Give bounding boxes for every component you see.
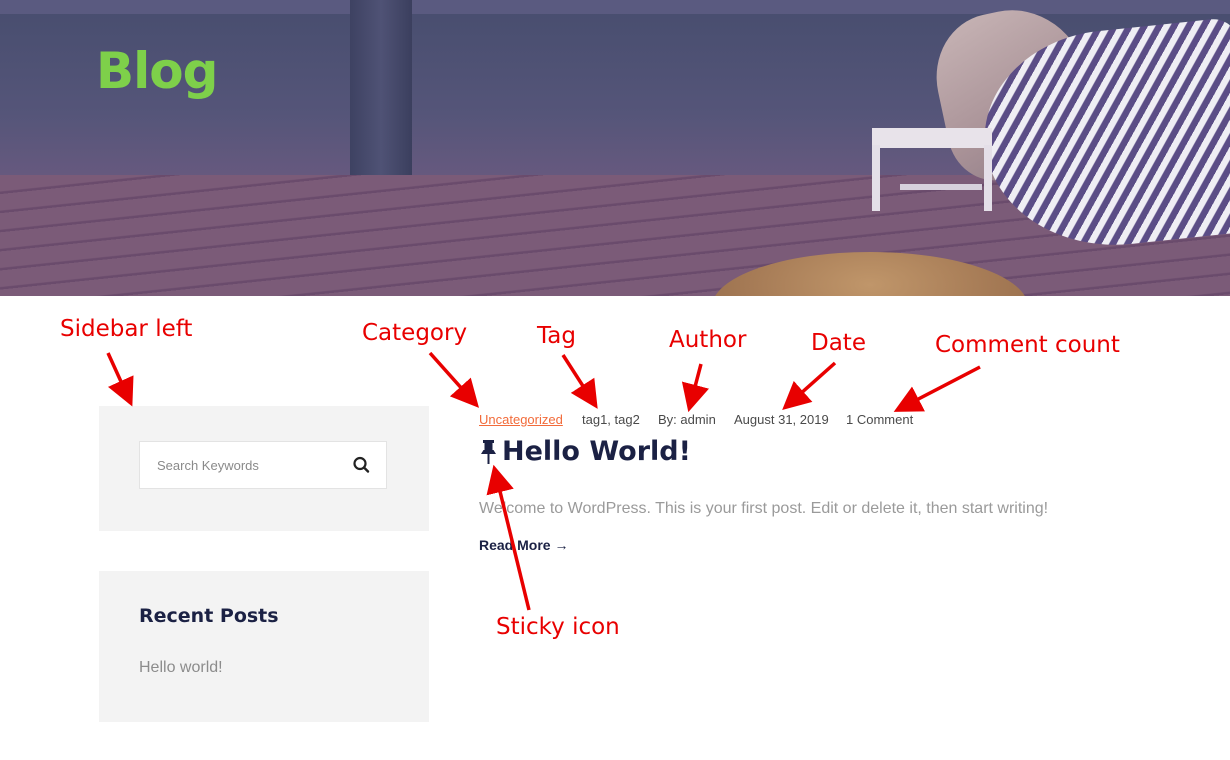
hero-table xyxy=(872,128,992,148)
search-widget xyxy=(99,406,429,531)
annotation-category: Category xyxy=(362,320,468,346)
read-more-link[interactable]: Read More → xyxy=(479,537,568,553)
post-title-heading[interactable]: Hello World! xyxy=(479,436,691,467)
annotation-sidebar-left: Sidebar left xyxy=(60,316,193,342)
annotation-tag: Tag xyxy=(537,323,576,349)
post-title-text[interactable]: Hello World! xyxy=(502,436,691,467)
hero-pillar xyxy=(350,0,412,190)
arrow-date xyxy=(782,361,837,410)
post-category-link[interactable]: Uncategorized xyxy=(479,412,563,427)
recent-posts-widget: Recent Posts Hello world! xyxy=(99,571,429,722)
hero-banner: Blog xyxy=(0,0,1230,296)
arrow-comment-count xyxy=(893,365,981,412)
hero-table-bar xyxy=(900,184,982,190)
arrow-category xyxy=(428,351,479,408)
recent-post-link[interactable]: Hello world! xyxy=(139,659,223,677)
annotation-author: Author xyxy=(669,327,747,353)
arrow-author xyxy=(681,363,709,413)
arrow-sidebar-left xyxy=(106,352,134,407)
search-button[interactable] xyxy=(345,450,377,480)
annotation-comment-count: Comment count xyxy=(935,332,1120,358)
pushpin-icon xyxy=(481,439,496,464)
post-comment-count[interactable]: 1 Comment xyxy=(846,412,913,427)
post-tags[interactable]: tag1, tag2 xyxy=(582,412,640,427)
post-excerpt: Welcome to WordPress. This is your first… xyxy=(479,500,1049,517)
page-title: Blog xyxy=(96,42,218,100)
hero-wall-top xyxy=(0,0,1230,14)
post-author[interactable]: By: admin xyxy=(658,412,716,427)
recent-posts-title: Recent Posts xyxy=(139,605,279,627)
hero-table-leg xyxy=(872,145,880,211)
search-input[interactable] xyxy=(140,442,340,488)
annotation-sticky-icon: Sticky icon xyxy=(496,614,620,640)
hero-table-leg xyxy=(984,145,992,211)
search-form xyxy=(139,441,387,489)
annotation-date: Date xyxy=(811,330,866,356)
search-icon xyxy=(353,456,370,473)
arrow-tag xyxy=(561,354,598,409)
post-date: August 31, 2019 xyxy=(734,412,829,427)
